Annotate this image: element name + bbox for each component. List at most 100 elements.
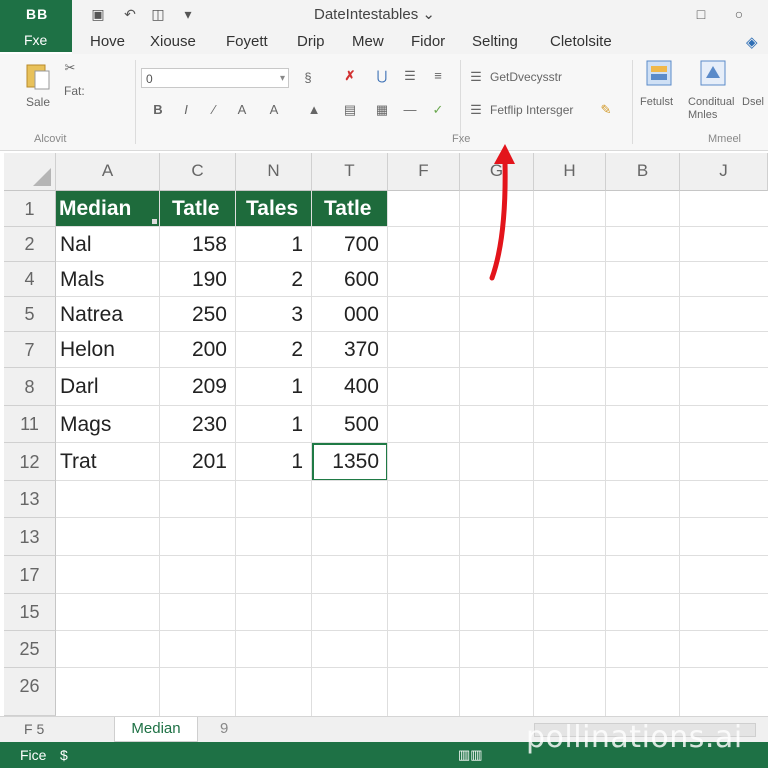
bold-icon[interactable]: B: [150, 102, 166, 118]
get-data-icon[interactable]: ☰: [468, 69, 484, 85]
row-header[interactable]: 8: [4, 368, 56, 406]
table-header-cell[interactable]: Median: [56, 191, 160, 227]
styles-label-2[interactable]: Conditual Mnles: [688, 96, 748, 122]
row-header[interactable]: 2: [4, 227, 56, 262]
row-header[interactable]: 5: [4, 297, 56, 332]
table-cell[interactable]: 600: [312, 262, 388, 297]
format-table-icon[interactable]: [646, 60, 672, 86]
tab-drip[interactable]: Drip: [297, 33, 325, 50]
undo-icon[interactable]: ↶: [122, 5, 138, 23]
intersect-label[interactable]: Fetflip Intersger: [490, 103, 573, 117]
table-cell[interactable]: 2: [236, 262, 312, 297]
table-cell[interactable]: 200: [160, 332, 236, 368]
row-header[interactable]: 7: [4, 332, 56, 368]
row-header[interactable]: 13: [4, 518, 56, 556]
row-header[interactable]: 12: [4, 443, 56, 481]
table-cell[interactable]: 209: [160, 368, 236, 406]
table-cell[interactable]: 1: [236, 368, 312, 406]
tab-foyett[interactable]: Foyett: [226, 33, 268, 50]
table-cell[interactable]: 1: [236, 227, 312, 262]
column-header-t[interactable]: T: [312, 153, 388, 191]
table-cell[interactable]: 201: [160, 443, 236, 481]
add-sheet-button[interactable]: 9: [220, 720, 228, 737]
table-cell[interactable]: 3: [236, 297, 312, 332]
merge-icon[interactable]: —: [402, 102, 418, 118]
column-header-c[interactable]: C: [160, 153, 236, 191]
styles-label-3[interactable]: Dsel: [742, 96, 764, 108]
font-color-icon[interactable]: A: [266, 102, 282, 118]
column-header-n[interactable]: N: [236, 153, 312, 191]
table-header-cell[interactable]: Tatle: [160, 191, 236, 227]
list-icon[interactable]: ☰: [402, 68, 418, 84]
wrap-icon[interactable]: ▤: [342, 102, 358, 118]
table-cell[interactable]: Trat: [56, 443, 160, 481]
filter-icon[interactable]: ⋃: [374, 68, 390, 84]
save-icon[interactable]: ▣: [90, 5, 106, 23]
tab-cletolsite[interactable]: Cletolsite: [550, 33, 612, 50]
row-header[interactable]: 25: [4, 631, 56, 668]
help-icon[interactable]: ◈: [746, 33, 758, 51]
intersect-icon[interactable]: ☰: [468, 102, 484, 118]
table-cell[interactable]: 370: [312, 332, 388, 368]
row-header[interactable]: 26: [4, 668, 56, 716]
paste-icon[interactable]: [26, 62, 50, 90]
font-size-icon[interactable]: §: [300, 70, 316, 86]
tab-hove[interactable]: Hove: [90, 33, 125, 50]
table-cell[interactable]: Helon: [56, 332, 160, 368]
accessibility-icon[interactable]: $: [60, 747, 68, 763]
table-header-cell[interactable]: Tales: [236, 191, 312, 227]
row-header[interactable]: 1: [4, 191, 56, 227]
table-cell[interactable]: 158: [160, 227, 236, 262]
clear-format-icon[interactable]: ✗: [342, 68, 358, 84]
row-header[interactable]: 17: [4, 556, 56, 594]
table-cell[interactable]: 400: [312, 368, 388, 406]
font-name-select[interactable]: 0 ▾: [141, 68, 289, 88]
column-header-b[interactable]: B: [606, 153, 680, 191]
file-tab[interactable]: Fxe: [24, 32, 47, 48]
table-cell[interactable]: 000: [312, 297, 388, 332]
table-cell[interactable]: 700: [312, 227, 388, 262]
column-header-h[interactable]: H: [534, 153, 606, 191]
sheet-nav-arrows[interactable]: F 5: [24, 721, 44, 737]
table-cell[interactable]: Mags: [56, 406, 160, 443]
app-badge[interactable]: BB Fxe: [0, 0, 72, 52]
column-header-a[interactable]: A: [56, 153, 160, 191]
table-cell[interactable]: Natrea: [56, 297, 160, 332]
underline-icon[interactable]: A: [234, 102, 250, 118]
dropdown-icon[interactable]: ▾: [180, 5, 196, 23]
table-header-cell[interactable]: Tatle: [312, 191, 388, 227]
page-layout-icon[interactable]: ▥▥: [458, 747, 483, 763]
border-icon[interactable]: ▦: [374, 102, 390, 118]
cell-styles-icon[interactable]: [700, 60, 726, 86]
table-cell[interactable]: Mals: [56, 262, 160, 297]
brush-icon[interactable]: ✎: [598, 102, 614, 118]
row-header[interactable]: 15: [4, 594, 56, 631]
italic-icon[interactable]: I: [178, 102, 194, 118]
tab-selting[interactable]: Selting: [472, 33, 518, 50]
format-label[interactable]: Fat:: [64, 84, 85, 98]
table-cell[interactable]: 1: [236, 443, 312, 481]
table-cell[interactable]: 250: [160, 297, 236, 332]
row-header[interactable]: 4: [4, 262, 56, 297]
styles-label-1[interactable]: Fetulst: [640, 96, 673, 108]
check-icon[interactable]: ✓: [430, 102, 446, 118]
column-header-f[interactable]: F: [388, 153, 460, 191]
selected-cell[interactable]: 1350: [312, 443, 388, 481]
redo-icon[interactable]: ◫: [150, 5, 166, 23]
get-data-label[interactable]: GetDvecysstr: [490, 70, 562, 84]
table-cell[interactable]: 500: [312, 406, 388, 443]
tab-xiouse[interactable]: Xiouse: [150, 33, 196, 50]
filter-dropdown-icon[interactable]: [152, 219, 157, 224]
select-all-corner[interactable]: [4, 153, 56, 191]
row-header[interactable]: 13: [4, 481, 56, 518]
cut-icon[interactable]: ✂: [62, 60, 78, 76]
table-cell[interactable]: 230: [160, 406, 236, 443]
table-cell[interactable]: Darl: [56, 368, 160, 406]
column-header-j[interactable]: J: [680, 153, 768, 191]
table-cell[interactable]: 190: [160, 262, 236, 297]
tab-fidor[interactable]: Fidor: [411, 33, 445, 50]
align-icon[interactable]: ≡: [430, 68, 446, 84]
row-header[interactable]: 11: [4, 406, 56, 443]
table-cell[interactable]: 2: [236, 332, 312, 368]
strike-icon[interactable]: ∕: [206, 102, 222, 118]
